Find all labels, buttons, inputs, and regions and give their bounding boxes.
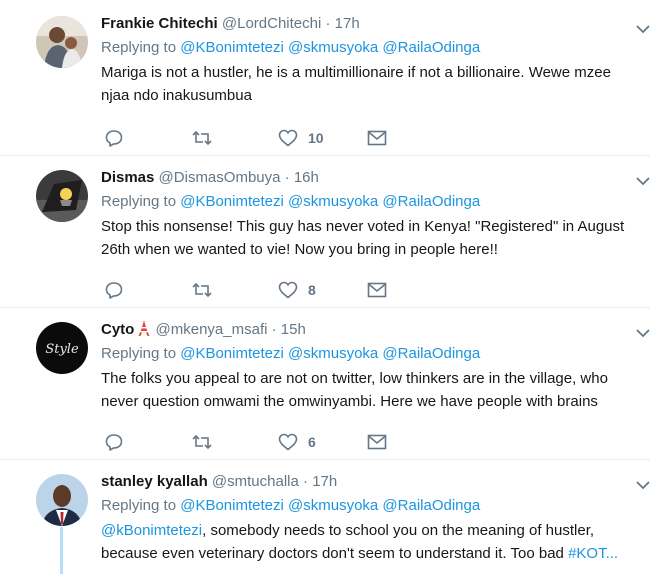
- timestamp[interactable]: 16h: [294, 169, 319, 186]
- replying-label: Replying to: [101, 497, 177, 514]
- like-button[interactable]: 6: [278, 432, 316, 452]
- mention-link[interactable]: @skmusyoka: [288, 345, 378, 362]
- replying-to: Replying to @KBonimtetezi @skmusyoka @Ra…: [101, 344, 636, 364]
- reply-icon: [105, 434, 123, 451]
- retweet-button[interactable]: [191, 432, 213, 452]
- display-name[interactable]: Cyto: [101, 321, 134, 338]
- like-icon: [278, 433, 298, 451]
- mention-link[interactable]: @KBonimtetezi: [180, 345, 284, 362]
- retweet-icon: [192, 130, 212, 146]
- mention-link[interactable]: @RailaOdinga: [382, 497, 480, 514]
- like-icon: [278, 129, 298, 147]
- like-count: 10: [308, 130, 324, 146]
- reply-icon: [105, 130, 123, 147]
- mention-link[interactable]: @RailaOdinga: [382, 193, 480, 210]
- direct-message-icon: [367, 130, 387, 146]
- replying-label: Replying to: [101, 193, 177, 210]
- separator: ·: [325, 15, 331, 32]
- tweet-text: @kBonimtetezi, somebody needs to school …: [101, 519, 636, 565]
- tokyo-tower-emoji: [138, 320, 150, 336]
- tweet-3[interactable]: Style Cyto @mkenya_msafi · 15h Replying …: [0, 308, 650, 460]
- chevron-down-icon[interactable]: [636, 176, 650, 186]
- replying-to: Replying to @KBonimtetezi @skmusyoka @Ra…: [101, 192, 636, 212]
- like-icon: [278, 281, 298, 299]
- avatar-photo-icon: [36, 474, 88, 526]
- like-count: 6: [308, 434, 316, 450]
- display-name[interactable]: Frankie Chitechi: [101, 15, 218, 32]
- username[interactable]: @smtuchalla: [212, 473, 299, 490]
- retweet-button[interactable]: [191, 280, 213, 300]
- direct-message-icon: [367, 434, 387, 450]
- retweet-icon: [192, 282, 212, 298]
- reply-button[interactable]: [105, 432, 123, 452]
- mention-link[interactable]: @kBonimtetezi: [101, 522, 202, 539]
- like-count: 8: [308, 282, 316, 298]
- like-button[interactable]: 10: [278, 128, 324, 148]
- tweet-4[interactable]: stanley kyallah @smtuchalla · 17h Replyi…: [0, 460, 650, 574]
- timestamp[interactable]: 17h: [312, 473, 337, 490]
- avatar[interactable]: Style: [36, 322, 88, 374]
- direct-message-button[interactable]: [367, 432, 387, 452]
- timestamp[interactable]: 15h: [281, 321, 306, 338]
- avatar-logo-icon: Style: [36, 322, 88, 374]
- avatar-script-text: Style: [45, 342, 79, 357]
- tweet-2[interactable]: Dismas @DismasOmbuya · 16h Replying to @…: [0, 156, 650, 308]
- mention-link[interactable]: @RailaOdinga: [382, 345, 480, 362]
- reply-button[interactable]: [105, 128, 123, 148]
- replying-label: Replying to: [101, 39, 177, 56]
- display-name[interactable]: Dismas: [101, 169, 154, 186]
- username[interactable]: @mkenya_msafi: [156, 321, 268, 338]
- timestamp[interactable]: 17h: [335, 15, 360, 32]
- separator: ·: [284, 169, 290, 186]
- separator: ·: [303, 473, 309, 490]
- direct-message-icon: [367, 282, 387, 298]
- tweet-1[interactable]: Frankie Chitechi @LordChitechi · 17h Rep…: [0, 0, 650, 156]
- avatar[interactable]: [36, 16, 88, 68]
- retweet-icon: [192, 434, 212, 450]
- mention-link[interactable]: @KBonimtetezi: [180, 193, 284, 210]
- reply-button[interactable]: [105, 280, 123, 300]
- avatar[interactable]: [36, 170, 88, 222]
- mention-link[interactable]: @KBonimtetezi: [180, 39, 284, 56]
- direct-message-button[interactable]: [367, 280, 387, 300]
- like-button[interactable]: 8: [278, 280, 316, 300]
- chevron-down-icon[interactable]: [636, 24, 650, 34]
- direct-message-button[interactable]: [367, 128, 387, 148]
- username[interactable]: @DismasOmbuya: [159, 169, 281, 186]
- avatar[interactable]: [36, 474, 88, 526]
- tweet-text: The folks you appeal to are not on twitt…: [101, 370, 608, 410]
- avatar-photo-icon: [36, 170, 88, 222]
- tweet-text: Mariga is not a hustler, he is a multimi…: [101, 64, 611, 104]
- replying-label: Replying to: [101, 345, 177, 362]
- mention-link[interactable]: @KBonimtetezi: [180, 497, 284, 514]
- mention-link[interactable]: @skmusyoka: [288, 193, 378, 210]
- mention-link[interactable]: @skmusyoka: [288, 39, 378, 56]
- replying-to: Replying to @KBonimtetezi @skmusyoka @Ra…: [101, 496, 636, 516]
- mention-link[interactable]: @RailaOdinga: [382, 39, 480, 56]
- mention-link[interactable]: @skmusyoka: [288, 497, 378, 514]
- hashtag-link[interactable]: #KOT...: [568, 545, 618, 562]
- username[interactable]: @LordChitechi: [222, 15, 321, 32]
- separator: ·: [271, 321, 277, 338]
- chevron-down-icon[interactable]: [636, 328, 650, 338]
- display-name[interactable]: stanley kyallah: [101, 473, 208, 490]
- replying-to: Replying to @KBonimtetezi @skmusyoka @Ra…: [101, 38, 636, 58]
- avatar-photo-icon: [36, 16, 88, 68]
- reply-icon: [105, 282, 123, 299]
- tweet-text: Stop this nonsense! This guy has never v…: [101, 218, 625, 258]
- thread-connector: [60, 527, 63, 574]
- chevron-down-icon[interactable]: [636, 480, 650, 490]
- retweet-button[interactable]: [191, 128, 213, 148]
